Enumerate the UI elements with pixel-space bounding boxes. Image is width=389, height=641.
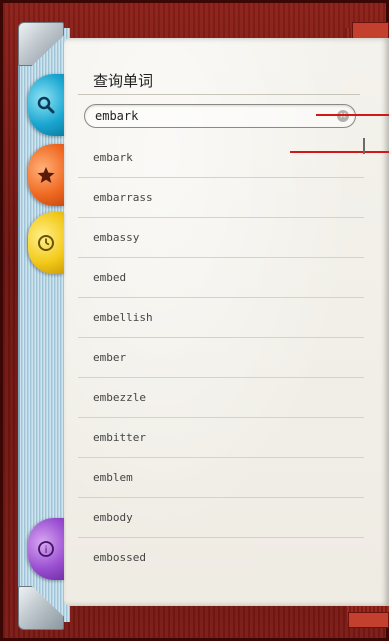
- list-item[interactable]: embark: [78, 138, 364, 178]
- search-tab[interactable]: [28, 74, 64, 136]
- history-tab[interactable]: [28, 212, 64, 274]
- search-field[interactable]: ×: [84, 104, 356, 128]
- favorites-tab[interactable]: [28, 144, 64, 206]
- annotation-line-top: [316, 114, 389, 116]
- list-item[interactable]: embezzle: [78, 378, 364, 418]
- search-input[interactable]: [95, 107, 315, 125]
- clock-icon: [38, 235, 54, 251]
- star-icon: [37, 167, 55, 183]
- page-title: 查询单词: [93, 72, 154, 90]
- title-divider: [78, 94, 360, 95]
- results-list: embark embarrass embassy embed embellish…: [78, 138, 364, 578]
- list-item[interactable]: embarrass: [78, 178, 364, 218]
- svg-text:i: i: [45, 545, 48, 556]
- list-item[interactable]: ember: [78, 338, 364, 378]
- list-item[interactable]: emblem: [78, 458, 364, 498]
- list-item[interactable]: embody: [78, 498, 364, 538]
- list-item[interactable]: embossed: [78, 538, 364, 578]
- list-item[interactable]: embellish: [78, 298, 364, 338]
- list-item[interactable]: embassy: [78, 218, 364, 258]
- about-tab[interactable]: i: [28, 518, 64, 580]
- search-icon: [37, 96, 55, 114]
- list-item[interactable]: embed: [78, 258, 364, 298]
- ribbon-bottom: [348, 612, 389, 628]
- list-item[interactable]: embitter: [78, 418, 364, 458]
- info-icon: i: [38, 541, 54, 557]
- clear-icon[interactable]: ×: [337, 110, 349, 122]
